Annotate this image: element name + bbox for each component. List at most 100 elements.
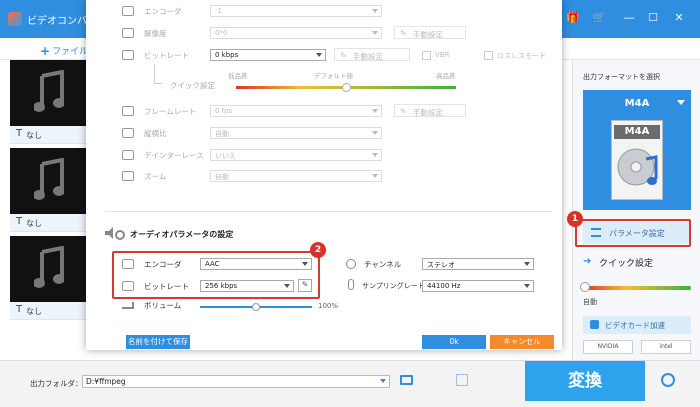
zoom-select[interactable]: 自動 bbox=[210, 170, 382, 182]
minimize-icon[interactable]: — bbox=[622, 11, 636, 24]
gpu-icon bbox=[590, 320, 599, 329]
chevron-down-icon bbox=[316, 53, 322, 57]
chevron-down-icon bbox=[524, 262, 530, 266]
pencil-icon: ✎ bbox=[340, 51, 347, 60]
app-title: ビデオコンバ bbox=[27, 16, 87, 27]
text-icon: T bbox=[16, 128, 23, 139]
video-encoder-value: -1 bbox=[215, 7, 222, 15]
zoom-value: 自動 bbox=[215, 173, 229, 181]
add-file-button[interactable]: + ファイル bbox=[40, 43, 89, 58]
gpu-acceleration-toggle[interactable]: ビデオカード加速 bbox=[583, 316, 691, 334]
framerate-manual-button[interactable]: ✎ 手動設定 bbox=[394, 104, 466, 117]
output-folder-input[interactable]: D:¥ffmpeg bbox=[82, 375, 390, 388]
volume-value: 100% bbox=[318, 302, 339, 310]
convert-button[interactable]: 変換 bbox=[525, 361, 645, 401]
quick-settings-button[interactable]: ➜ クイック設定 bbox=[583, 256, 653, 269]
file-thumbnail[interactable] bbox=[10, 148, 88, 214]
chevron-down-icon bbox=[372, 9, 378, 13]
file-thumbnail[interactable] bbox=[10, 236, 88, 302]
samplerate-label: サンプリングレート bbox=[362, 282, 425, 290]
samplerate-value: 44100 Hz bbox=[427, 282, 461, 290]
chevron-down-icon[interactable] bbox=[380, 379, 386, 383]
video-bitrate-select[interactable]: 0 kbps bbox=[210, 49, 326, 61]
framerate-select[interactable]: 0 fps bbox=[210, 105, 382, 117]
lossless-label: ロスレスモード bbox=[497, 52, 546, 60]
close-icon[interactable]: ✕ bbox=[672, 11, 686, 24]
chevron-down-icon bbox=[372, 174, 378, 178]
gift-icon[interactable]: 🎁 bbox=[566, 11, 580, 24]
subtitle-value: なし bbox=[26, 219, 42, 228]
maximize-icon[interactable]: ☐ bbox=[646, 11, 660, 24]
plus-icon: + bbox=[40, 44, 51, 58]
cancel-button[interactable]: キャンセル bbox=[490, 335, 554, 349]
app-logo-icon bbox=[8, 12, 22, 26]
step-badge: 2 bbox=[310, 242, 326, 258]
cart-icon[interactable]: 🛒 bbox=[592, 11, 606, 24]
resolution-select[interactable]: 0*0 bbox=[210, 27, 382, 39]
format-title: 出力フォーマットを選択 bbox=[583, 73, 660, 81]
video-bitrate-label: ビットレート bbox=[144, 51, 189, 60]
chevron-down-icon bbox=[372, 131, 378, 135]
aspect-ratio-select[interactable]: 自動 bbox=[210, 127, 382, 139]
deinterlace-label: デインターレース bbox=[144, 151, 204, 160]
subtitle-row[interactable]: T なし bbox=[10, 126, 88, 144]
video-encoder-select[interactable]: -1 bbox=[210, 5, 382, 17]
format-icon-label: M4A bbox=[614, 125, 660, 139]
add-file-label: ファイル bbox=[52, 47, 89, 57]
checkbox-box[interactable] bbox=[422, 51, 431, 60]
bitrate-manual-button[interactable]: ✎ 手動設定 bbox=[334, 48, 410, 61]
slider-knob[interactable] bbox=[580, 282, 590, 292]
microphone-icon bbox=[348, 279, 354, 290]
volume-icon bbox=[122, 302, 134, 309]
aspect-ratio-label: 縦横比 bbox=[144, 129, 167, 138]
video-bitrate-value: 0 kbps bbox=[215, 51, 239, 59]
audio-section-title: オーディオパラメータの設定 bbox=[130, 230, 234, 239]
text-icon: T bbox=[16, 216, 23, 227]
subtitle-value: なし bbox=[26, 131, 42, 140]
speed-slider[interactable] bbox=[580, 282, 691, 292]
m4a-file-icon: M4A bbox=[611, 120, 663, 200]
bitrate-manual-label: 手動設定 bbox=[353, 52, 383, 61]
volume-label: ボリューム bbox=[144, 301, 182, 310]
samplerate-select[interactable]: 44100 Hz bbox=[422, 280, 534, 292]
channel-value: ステレオ bbox=[427, 261, 455, 269]
quality-high-label: 高品質 bbox=[436, 72, 456, 80]
channel-select[interactable]: ステレオ bbox=[422, 258, 534, 270]
save-as-button[interactable]: 名前を付けて保存 bbox=[126, 335, 190, 349]
format-selector[interactable]: M4A M4A bbox=[583, 90, 691, 210]
music-note-icon bbox=[34, 70, 64, 112]
pencil-icon: ✎ bbox=[400, 29, 407, 38]
channel-icon bbox=[346, 259, 356, 269]
slider-knob[interactable] bbox=[342, 83, 351, 92]
resolution-manual-button[interactable]: ✎ 手動設定 bbox=[394, 26, 466, 39]
vbr-checkbox[interactable]: VBR bbox=[422, 51, 449, 60]
tree-connector bbox=[154, 64, 162, 84]
chevron-down-icon bbox=[372, 153, 378, 157]
chevron-down-icon bbox=[372, 31, 378, 35]
resolution-label: 解像度 bbox=[144, 29, 167, 38]
volume-slider[interactable] bbox=[200, 303, 312, 311]
aspect-ratio-value: 自動 bbox=[215, 130, 229, 138]
alarm-clock-icon[interactable] bbox=[661, 373, 675, 387]
file-list: T なし T なし T なし bbox=[10, 60, 88, 360]
output-folder-label: 出力フォルダ： bbox=[30, 379, 83, 388]
merge-icon[interactable] bbox=[456, 374, 468, 386]
zoom-label: ズーム bbox=[144, 172, 167, 181]
checkbox-box[interactable] bbox=[484, 51, 493, 60]
subtitle-row[interactable]: T なし bbox=[10, 302, 88, 320]
lossless-checkbox[interactable]: ロスレスモード bbox=[484, 51, 546, 61]
slider-knob[interactable] bbox=[252, 303, 260, 311]
deinterlace-select[interactable]: いいえ bbox=[210, 149, 382, 161]
ok-button[interactable]: 0k bbox=[422, 335, 486, 349]
channel-label: チャンネル bbox=[364, 260, 402, 269]
folder-icon[interactable] bbox=[400, 375, 413, 385]
disc-icon bbox=[617, 148, 658, 186]
chevron-down-icon bbox=[677, 100, 685, 105]
bitrate-icon bbox=[122, 50, 134, 60]
quick-settings-label: クイック設定 bbox=[170, 81, 215, 90]
speed-label: 自動 bbox=[583, 298, 597, 306]
quality-slider[interactable] bbox=[236, 83, 456, 92]
file-thumbnail[interactable] bbox=[10, 60, 88, 126]
subtitle-row[interactable]: T なし bbox=[10, 214, 88, 232]
highlight-box bbox=[575, 219, 691, 247]
